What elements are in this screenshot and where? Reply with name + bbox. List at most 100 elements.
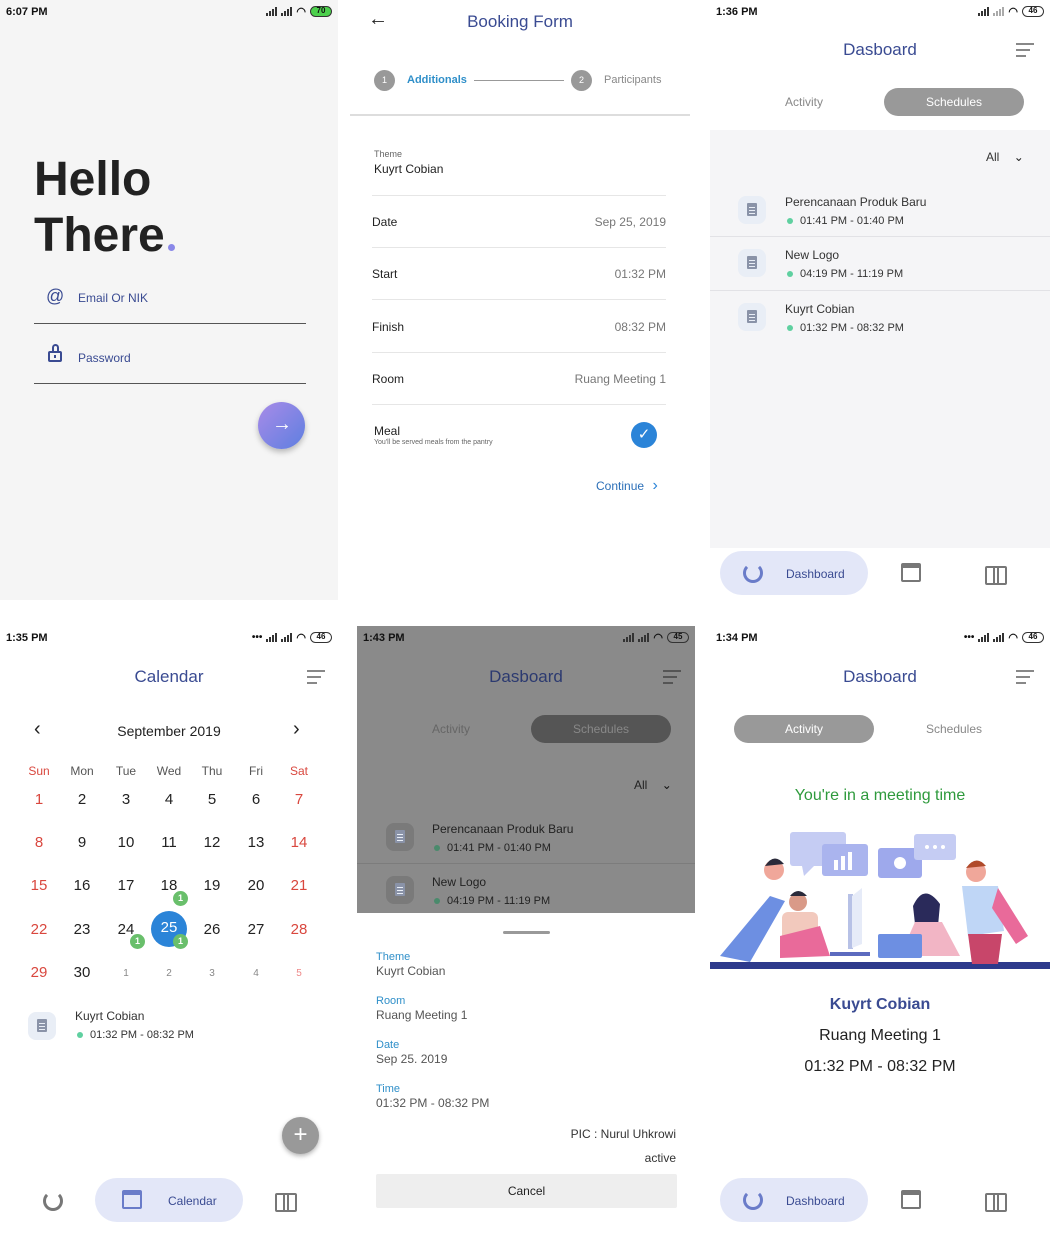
schedule-item[interactable]: Kuyrt Cobian 01:32 PM - 08:32 PM — [710, 291, 1050, 345]
schedule-time: 01:41 PM - 01:40 PM — [787, 215, 904, 227]
nav-dashboard-label: Dashboard — [786, 567, 845, 581]
booking-form-screen: ← Booking Form 1 Additionals 2 Participa… — [350, 0, 690, 600]
calendar-day[interactable]: 27 — [236, 921, 276, 938]
calendar-day[interactable]: 11 — [149, 834, 189, 851]
tab-schedules[interactable]: Schedules — [884, 715, 1024, 743]
calendar-day-next-month[interactable]: 1 — [106, 968, 146, 979]
tab-activity[interactable]: Activity — [734, 88, 874, 116]
calendar-day-next-month[interactable]: 4 — [236, 968, 276, 979]
schedule-item[interactable]: Perencanaan Produk Baru 01:41 PM - 01:40… — [710, 182, 1050, 237]
back-arrow-icon[interactable]: ← — [368, 8, 388, 31]
step-connector — [474, 80, 564, 81]
status-bar: 1:36 PM ◠ 46 — [710, 0, 1050, 26]
calendar-day[interactable]: 28 — [279, 921, 319, 938]
calendar-day[interactable]: 6 — [236, 791, 276, 808]
book-nav-icon[interactable] — [985, 1193, 1007, 1212]
calendar-day[interactable]: 5 — [192, 791, 232, 808]
calendar-day[interactable]: 10 — [106, 834, 146, 851]
previous-month-icon[interactable]: ‹ — [34, 718, 41, 741]
calendar-day-next-month[interactable]: 3 — [192, 968, 232, 979]
calendar-day[interactable]: 9 — [62, 834, 102, 851]
nav-dashboard-label: Dashboard — [786, 1194, 845, 1208]
schedule-item: Perencanaan Produk Baru 01:41 PM - 01:40… — [357, 809, 695, 864]
calendar-day[interactable]: 26 — [192, 921, 232, 938]
filter-menu-icon[interactable] — [307, 670, 325, 688]
calendar-event-item[interactable]: Kuyrt Cobian 01:32 PM - 08:32 PM — [0, 1004, 338, 1050]
event-count-badge: 1 — [173, 934, 188, 949]
tab-schedules[interactable]: Schedules — [884, 88, 1024, 116]
date-row[interactable]: Date Sep 25, 2019 — [372, 196, 666, 248]
step-2-circle: 2 — [571, 70, 592, 91]
theme-value: Kuyrt Cobian — [374, 162, 444, 176]
calendar-day-next-month[interactable]: 5 — [279, 968, 319, 979]
step-1-label[interactable]: Additionals — [407, 74, 467, 86]
calendar-day[interactable]: 7 — [279, 791, 319, 808]
start-row[interactable]: Start 01:32 PM — [372, 248, 666, 300]
next-month-icon[interactable]: › — [293, 718, 300, 741]
calendar-day[interactable]: 15 — [19, 877, 59, 894]
calendar-day[interactable]: 13 — [236, 834, 276, 851]
meeting-illustration — [710, 832, 1050, 969]
cancel-button[interactable]: Cancel — [376, 1174, 677, 1208]
calendar-day[interactable]: 14 — [279, 834, 319, 851]
calendar-day[interactable]: 1 — [19, 791, 59, 808]
calendar-nav-icon[interactable] — [901, 1190, 921, 1209]
filter-menu-icon[interactable] — [1016, 43, 1034, 61]
battery-icon: 46 — [1022, 6, 1044, 17]
signal-icon — [978, 7, 990, 16]
wifi-icon: ◠ — [296, 632, 306, 644]
calendar-day[interactable]: 8 — [19, 834, 59, 851]
calendar-day[interactable]: 21 — [279, 877, 319, 894]
book-nav-icon[interactable] — [275, 1193, 297, 1212]
accent-dot — [167, 244, 175, 251]
calendar-day[interactable]: 22 — [19, 921, 59, 938]
add-event-button[interactable]: + — [282, 1117, 319, 1154]
filter-menu-icon[interactable] — [1016, 670, 1034, 688]
password-field[interactable]: Password — [34, 343, 306, 384]
book-nav-icon[interactable] — [985, 566, 1007, 585]
time-label: Time — [376, 1083, 401, 1095]
schedule-item[interactable]: New Logo 04:19 PM - 11:19 PM — [710, 237, 1050, 291]
dashboard-nav-icon[interactable] — [43, 1191, 63, 1211]
chevron-right-icon: › — [652, 477, 658, 494]
greeting-line-2: There — [34, 208, 175, 263]
calendar-nav-icon[interactable] — [901, 563, 921, 582]
drag-handle[interactable] — [503, 931, 550, 934]
calendar-day[interactable]: 12 — [192, 834, 232, 851]
page-title: Dasboard — [843, 40, 917, 59]
room-row[interactable]: Room Ruang Meeting 1 — [372, 353, 666, 405]
filter-dropdown[interactable]: All ⌄ — [986, 148, 1024, 166]
calendar-day[interactable]: 30 — [62, 964, 102, 981]
calendar-day[interactable]: 17 — [106, 877, 146, 894]
calendar-day[interactable]: 16 — [62, 877, 102, 894]
filter-dropdown: All ⌄ — [634, 778, 672, 792]
event-count-badge: 1 — [173, 891, 188, 906]
calendar-day[interactable]: 29 — [19, 964, 59, 981]
wifi-icon: ◠ — [1008, 632, 1018, 644]
dashboard-nav-icon — [743, 563, 763, 583]
step-2-label[interactable]: Participants — [604, 74, 661, 86]
clipboard-icon — [386, 823, 414, 851]
tab-activity[interactable]: Activity — [734, 715, 874, 743]
calendar-day[interactable]: 3 — [106, 791, 146, 808]
calendar-day[interactable]: 2 — [62, 791, 102, 808]
start-label: Start — [372, 267, 398, 281]
calendar-day[interactable]: 20 — [236, 877, 276, 894]
event-title: Kuyrt Cobian — [75, 1009, 145, 1023]
calendar-day[interactable]: 4 — [149, 791, 189, 808]
wifi-icon: ◠ — [296, 6, 306, 18]
calendar-day-next-month[interactable]: 2 — [149, 968, 189, 979]
email-field[interactable]: @ Email Or NIK — [34, 283, 306, 324]
finish-row[interactable]: Finish 08:32 PM — [372, 301, 666, 353]
meal-checkbox[interactable]: ✓ — [631, 422, 657, 448]
calendar-day[interactable]: 19 — [192, 877, 232, 894]
calendar-day[interactable]: 23 — [62, 921, 102, 938]
login-submit-button[interactable]: → — [258, 402, 305, 449]
signal-icon — [993, 7, 1005, 16]
theme-field[interactable]: Theme Kuyrt Cobian — [372, 140, 666, 196]
continue-button[interactable]: Continue › — [596, 477, 658, 495]
at-icon: @ — [46, 286, 65, 306]
room-value: Ruang Meeting 1 — [376, 1008, 468, 1022]
battery-icon: 45 — [667, 632, 689, 643]
dimmed-background[interactable]: 1:43 PM ◠ 45 Dasboard Activity Schedules… — [357, 626, 695, 913]
